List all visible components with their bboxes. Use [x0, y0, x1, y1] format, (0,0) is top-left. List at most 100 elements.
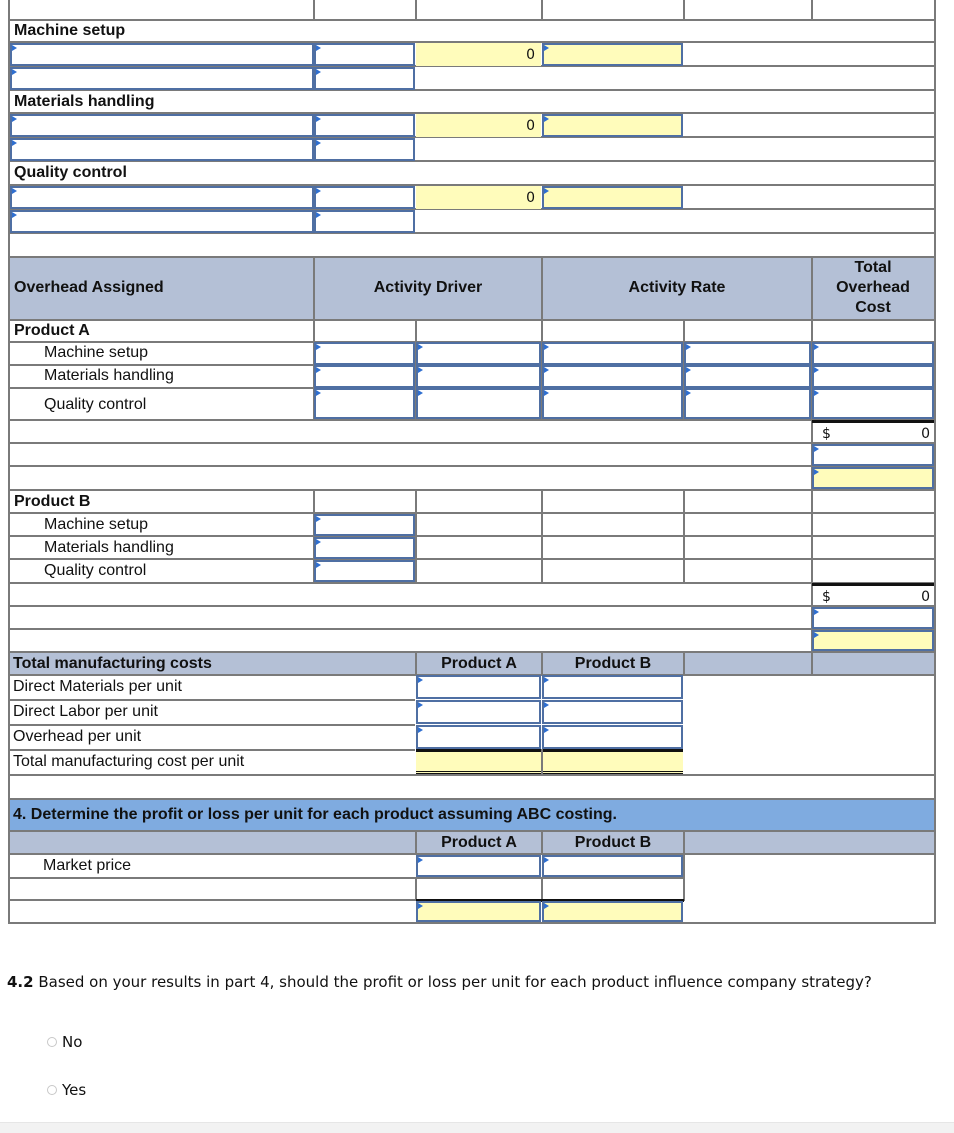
computed-value: 0 — [416, 186, 541, 209]
activity-cost-input[interactable] — [314, 114, 415, 137]
overhead-cost-input[interactable] — [812, 365, 934, 388]
overhead-per-unit-input[interactable] — [812, 630, 934, 651]
driver-unit-input[interactable] — [416, 365, 541, 388]
radio-option-no[interactable]: No — [47, 1033, 82, 1051]
market-price-a-input[interactable] — [416, 855, 541, 877]
product-a-label: Product A — [14, 322, 90, 339]
activity-driver-qty-input[interactable] — [314, 138, 415, 161]
activity-cost-pool-input[interactable] — [10, 114, 314, 137]
grid-line — [683, 855, 685, 901]
grid-line — [9, 699, 415, 701]
direct-labor-a-input[interactable] — [416, 700, 541, 724]
currency-symbol: $ — [822, 426, 831, 442]
driver-unit-input[interactable] — [416, 388, 541, 419]
profit-loss-b-input[interactable] — [542, 901, 683, 922]
total-cost-a-value — [416, 749, 541, 774]
direct-materials-b-input[interactable] — [542, 675, 683, 699]
part4-product-a-header: Product A — [441, 834, 517, 851]
overhead-cost-input[interactable] — [812, 388, 934, 419]
activity-label: Quality control — [44, 562, 147, 579]
activity-driver-qty-input[interactable] — [314, 210, 415, 233]
market-price-label: Market price — [43, 857, 132, 874]
grid-line — [541, 0, 543, 20]
direct-materials-label: Direct Materials per unit — [13, 678, 182, 695]
table-row — [9, 607, 935, 630]
direct-materials-a-input[interactable] — [416, 675, 541, 699]
total-cost-per-unit-label: Total manufacturing cost per unit — [13, 753, 245, 770]
activity-driver-header: Activity Driver — [373, 279, 483, 296]
activity-rate-input[interactable] — [542, 43, 683, 66]
table-row — [9, 162, 935, 186]
activity-label: Machine setup — [44, 344, 149, 361]
computed-value: 0 — [416, 114, 541, 137]
activity-driver-label-input[interactable] — [10, 67, 314, 90]
grid-line — [415, 0, 417, 20]
grid-line — [811, 258, 813, 319]
rate-input[interactable] — [542, 342, 683, 365]
activity-rate-input[interactable] — [542, 114, 683, 137]
driver-qty-input[interactable] — [314, 560, 415, 582]
total-cost-b-value — [542, 749, 683, 774]
grid-line — [415, 877, 417, 901]
radio-option-yes[interactable]: Yes — [47, 1081, 86, 1099]
market-price-b-input[interactable] — [542, 855, 683, 877]
rate-input[interactable] — [542, 365, 683, 388]
driver-unit-input[interactable] — [416, 342, 541, 365]
activity-driver-label-input[interactable] — [10, 210, 314, 233]
overhead-b-input[interactable] — [542, 725, 683, 749]
driver-qty-input[interactable] — [314, 388, 415, 419]
overhead-per-unit-label: Overhead per unit — [13, 728, 142, 745]
footer-strip — [0, 1122, 954, 1133]
question-number: 4.2 — [7, 973, 34, 991]
grid-line — [541, 877, 543, 901]
driver-qty-input[interactable] — [314, 514, 415, 536]
radio-icon[interactable] — [47, 1037, 57, 1047]
table-row — [9, 234, 935, 258]
activity-rate-input[interactable] — [542, 186, 683, 209]
radio-label: No — [62, 1033, 83, 1051]
activity-cost-input[interactable] — [314, 186, 415, 209]
activity-label: Materials handling — [44, 367, 174, 384]
activity-label: Materials handling — [14, 93, 155, 110]
grid-line — [683, 832, 685, 853]
question-4-2: 4.2 Based on your results in part 4, sho… — [7, 973, 872, 991]
overhead-cost-input[interactable] — [812, 342, 934, 365]
overhead-a-input[interactable] — [416, 725, 541, 749]
activity-driver-label-input[interactable] — [10, 138, 314, 161]
table-row — [9, 776, 935, 800]
driver-qty-input[interactable] — [314, 365, 415, 388]
product-b-label: Product B — [14, 493, 91, 510]
product-b-total-overhead: $ 0 — [812, 583, 934, 606]
units-input[interactable] — [812, 607, 934, 629]
activity-cost-pool-input[interactable] — [10, 186, 314, 209]
rate-unit-input[interactable] — [684, 388, 811, 419]
activity-cost-input[interactable] — [314, 43, 415, 66]
activity-label: Quality control — [14, 164, 127, 181]
overhead-assigned-header: Overhead Assigned — [14, 279, 164, 296]
rate-input[interactable] — [542, 388, 683, 419]
grid-line — [811, 653, 813, 674]
table-row — [9, 0, 935, 21]
product-a-total-overhead: $ 0 — [812, 420, 934, 443]
profit-loss-a-input[interactable] — [416, 901, 541, 922]
table-row — [9, 467, 935, 491]
overhead-per-unit-input[interactable] — [812, 467, 934, 489]
computed-value: 0 — [416, 43, 541, 66]
activity-label: Machine setup — [44, 516, 149, 533]
units-input[interactable] — [812, 444, 934, 466]
radio-icon[interactable] — [47, 1085, 57, 1095]
rate-unit-input[interactable] — [684, 365, 811, 388]
grid-line — [313, 0, 315, 20]
driver-qty-input[interactable] — [314, 342, 415, 365]
activity-cost-pool-input[interactable] — [10, 43, 314, 66]
rate-unit-input[interactable] — [684, 342, 811, 365]
total-value: 0 — [921, 426, 930, 442]
driver-qty-input[interactable] — [314, 537, 415, 559]
direct-labor-b-input[interactable] — [542, 700, 683, 724]
activity-label: Materials handling — [44, 539, 174, 556]
manufacturing-costs-header: Total manufacturing costs — [13, 655, 212, 672]
table-row — [9, 21, 935, 43]
activity-driver-qty-input[interactable] — [314, 67, 415, 90]
grid-line — [9, 724, 415, 726]
table-row — [9, 444, 935, 467]
